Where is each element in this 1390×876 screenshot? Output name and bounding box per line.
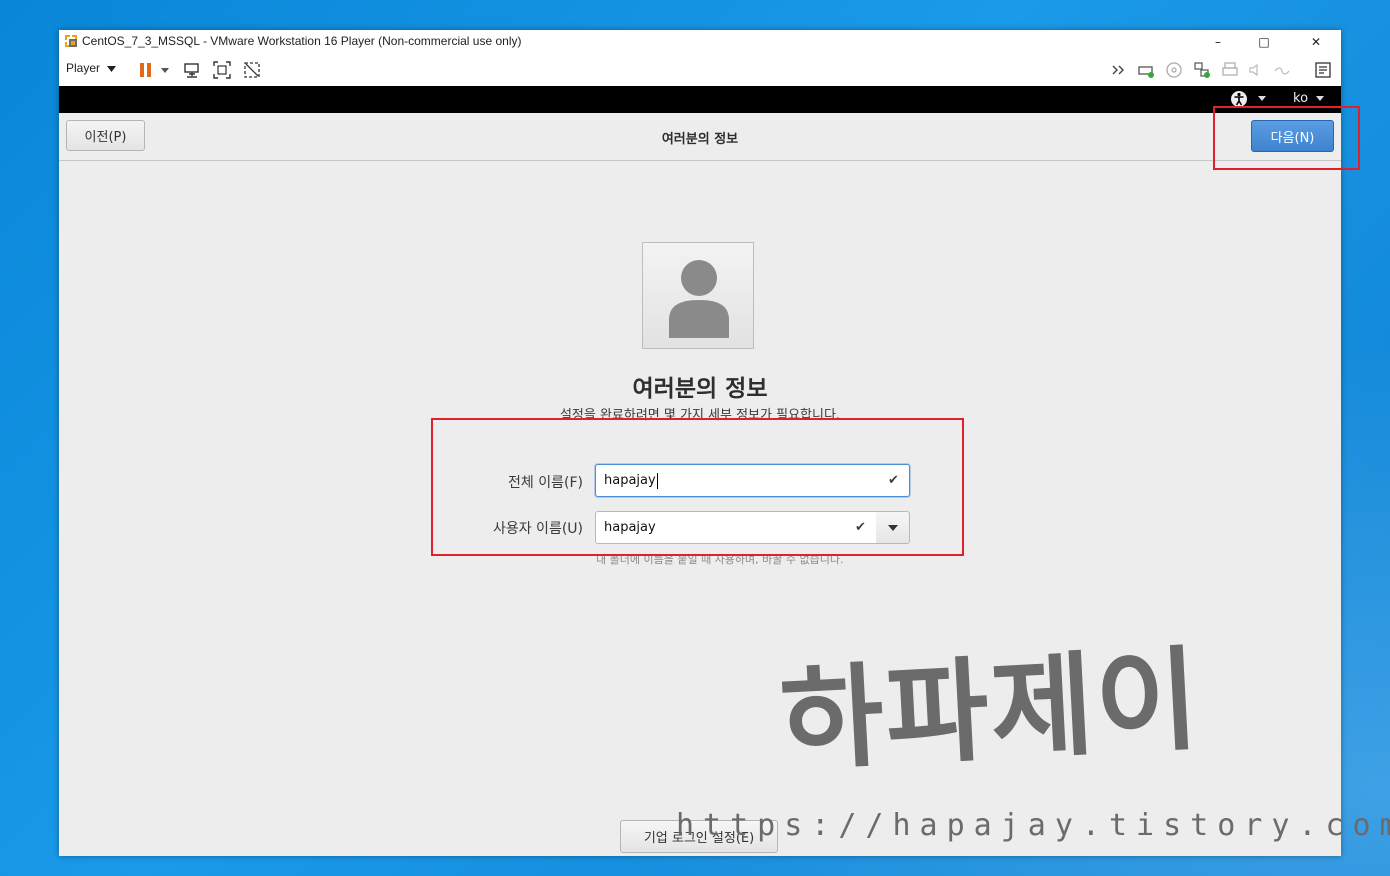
chevron-down-icon[interactable] [1258,96,1266,101]
network-adapter-icon[interactable] [1193,61,1211,79]
avatar-button[interactable] [642,242,754,349]
printer-icon[interactable] [1221,61,1239,79]
unity-icon[interactable] [243,61,261,79]
check-icon: ✔ [888,473,899,488]
user-avatar-icon [669,260,729,338]
page-title: 여러분의 정보 [632,376,768,402]
chevron-down-icon [888,525,898,531]
fullscreen-icon[interactable] [213,61,231,79]
username-label: 사용자 이름(U) [492,521,583,537]
check-icon: ✔ [855,520,866,535]
hard-disk-icon[interactable] [1137,61,1155,79]
username-input[interactable]: hapajay ✔ [595,511,877,544]
page-subtitle: 설정을 완료하려면 몇 가지 세부 정보가 필요합니다. [559,408,841,423]
player-menu[interactable]: Player [66,61,117,75]
next-button[interactable]: 다음(N) [1251,120,1334,152]
watermark-url: https://hapajay.tistory.com/ [676,808,1390,843]
full-name-input[interactable]: hapajay ✔ [595,464,910,497]
player-menu-label: Player [66,61,101,75]
setup-header-bar: 이전(P) 여러분의 정보 다음(N) [59,113,1341,161]
more-devices-icon[interactable] [1111,61,1129,79]
gnome-top-bar: ko [59,86,1341,113]
window-title: CentOS_7_3_MSSQL - VMware Workstation 16… [82,34,522,48]
window-titlebar: CentOS_7_3_MSSQL - VMware Workstation 16… [59,30,1341,54]
header-title: 여러분의 정보 [661,132,739,147]
accessibility-icon[interactable] [1230,90,1248,108]
full-name-value: hapajay [604,473,656,488]
minimize-button[interactable]: – [1195,30,1241,54]
chevron-down-icon[interactable] [160,61,170,79]
username-value: hapajay [604,520,656,535]
cd-dvd-icon[interactable] [1165,61,1183,79]
vmware-toolbar: Player [59,54,1341,87]
username-hint: 내 폴더에 이름을 붙일 때 사용하며, 바꿀 수 없습니다. [596,553,844,566]
maximize-button[interactable]: □ [1241,30,1287,54]
full-name-label: 전체 이름(F) [508,475,583,491]
close-button[interactable]: ✕ [1293,30,1339,54]
usb-icon[interactable] [1273,61,1291,79]
username-dropdown-button[interactable] [876,511,910,544]
message-log-icon[interactable] [1314,61,1332,79]
chevron-down-icon [107,66,117,72]
send-ctrl-alt-del-icon[interactable] [183,61,201,79]
watermark-name: 하파제이 [777,635,1204,787]
pause-icon[interactable] [137,61,155,79]
text-caret [656,472,658,489]
vmware-app-icon [63,33,79,49]
language-indicator[interactable]: ko [1293,91,1308,106]
sound-card-icon[interactable] [1247,61,1265,79]
chevron-down-icon[interactable] [1316,96,1324,101]
